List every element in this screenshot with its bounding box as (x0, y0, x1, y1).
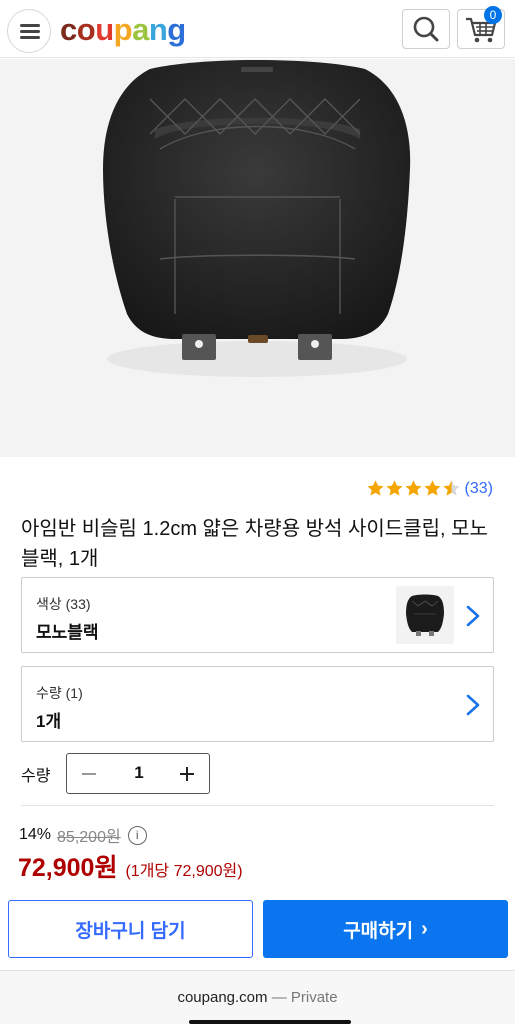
add-to-cart-label: 장바구니 담기 (75, 920, 186, 942)
product-title: 아임반 비슬림 1.2cm 얇은 차량용 방석 사이드클립, 모노블랙, 1개 (21, 518, 488, 570)
star-icon (366, 480, 384, 496)
quantity-label: 수량 (21, 768, 51, 785)
quantity-value[interactable]: 1 (111, 763, 167, 783)
star-icon (385, 480, 403, 496)
review-count[interactable]: (33) (465, 480, 493, 498)
quantity-stepper[interactable]: 1 (66, 753, 210, 794)
chevron-right-icon (466, 605, 480, 627)
rating-summary[interactable]: (33) (366, 479, 493, 498)
logo-letter: o (76, 12, 96, 47)
seat-thumbnail-image (406, 594, 444, 636)
option-label: 수량 (1) (36, 685, 83, 701)
logo-letter: g (167, 12, 186, 47)
logo-letter: p (113, 12, 133, 47)
color-option-selector[interactable]: 색상 (33) 모노블랙 (21, 577, 494, 653)
add-to-cart-button[interactable]: 장바구니 담기 (8, 900, 253, 958)
cart-count-badge: 0 (484, 6, 502, 24)
star-icon (442, 480, 460, 496)
product-image[interactable] (0, 59, 515, 457)
chevron-right-icon: › (421, 917, 428, 940)
logo-letter: c (60, 12, 77, 47)
address-text[interactable]: coupang.com — Private (0, 989, 515, 1006)
logo-letter: u (95, 12, 114, 47)
unit-price: (1개당 72,900원) (125, 863, 243, 880)
private-mode-text: — Private (271, 989, 338, 1006)
search-icon (413, 16, 439, 42)
option-value: 모노블랙 (36, 623, 99, 642)
star-rating (366, 479, 461, 498)
star-icon (423, 480, 441, 496)
original-price: 85,200원 (57, 829, 121, 846)
browser-address-bar[interactable]: coupang.com — Private (0, 970, 515, 1024)
option-value: 1개 (36, 712, 62, 731)
price-row: 72,900원 (1개당 72,900원) (18, 848, 243, 884)
seat-cushion-image (103, 60, 411, 377)
quantity-option-selector[interactable]: 수량 (1) 1개 (21, 666, 494, 742)
decrease-quantity-button[interactable] (73, 758, 105, 790)
plus-icon (180, 767, 194, 781)
logo-letter: a (132, 12, 149, 47)
star-icon (404, 480, 422, 496)
logo-letter: n (148, 12, 168, 47)
minus-icon (82, 773, 96, 775)
chevron-right-icon (466, 694, 480, 716)
discount-row: 14% 85,200원 i (19, 823, 147, 847)
info-icon[interactable]: i (127, 825, 147, 845)
discount-rate: 14% (19, 826, 52, 843)
cart-button[interactable]: 0 (457, 6, 505, 49)
search-button[interactable] (402, 9, 450, 49)
sale-price: 72,900원 (18, 854, 118, 882)
buy-now-label: 구매하기 (343, 920, 414, 942)
option-label: 색상 (33) (36, 596, 91, 612)
domain-text: coupang.com (177, 989, 268, 1006)
buy-now-button[interactable]: 구매하기 › (263, 900, 508, 958)
option-thumbnail (396, 586, 454, 644)
increase-quantity-button[interactable] (171, 758, 203, 790)
divider (21, 805, 494, 806)
home-indicator[interactable] (189, 1020, 351, 1024)
coupang-logo[interactable]: coupang (60, 12, 186, 48)
top-header: coupang 0 (0, 0, 515, 58)
menu-button[interactable] (7, 9, 51, 53)
